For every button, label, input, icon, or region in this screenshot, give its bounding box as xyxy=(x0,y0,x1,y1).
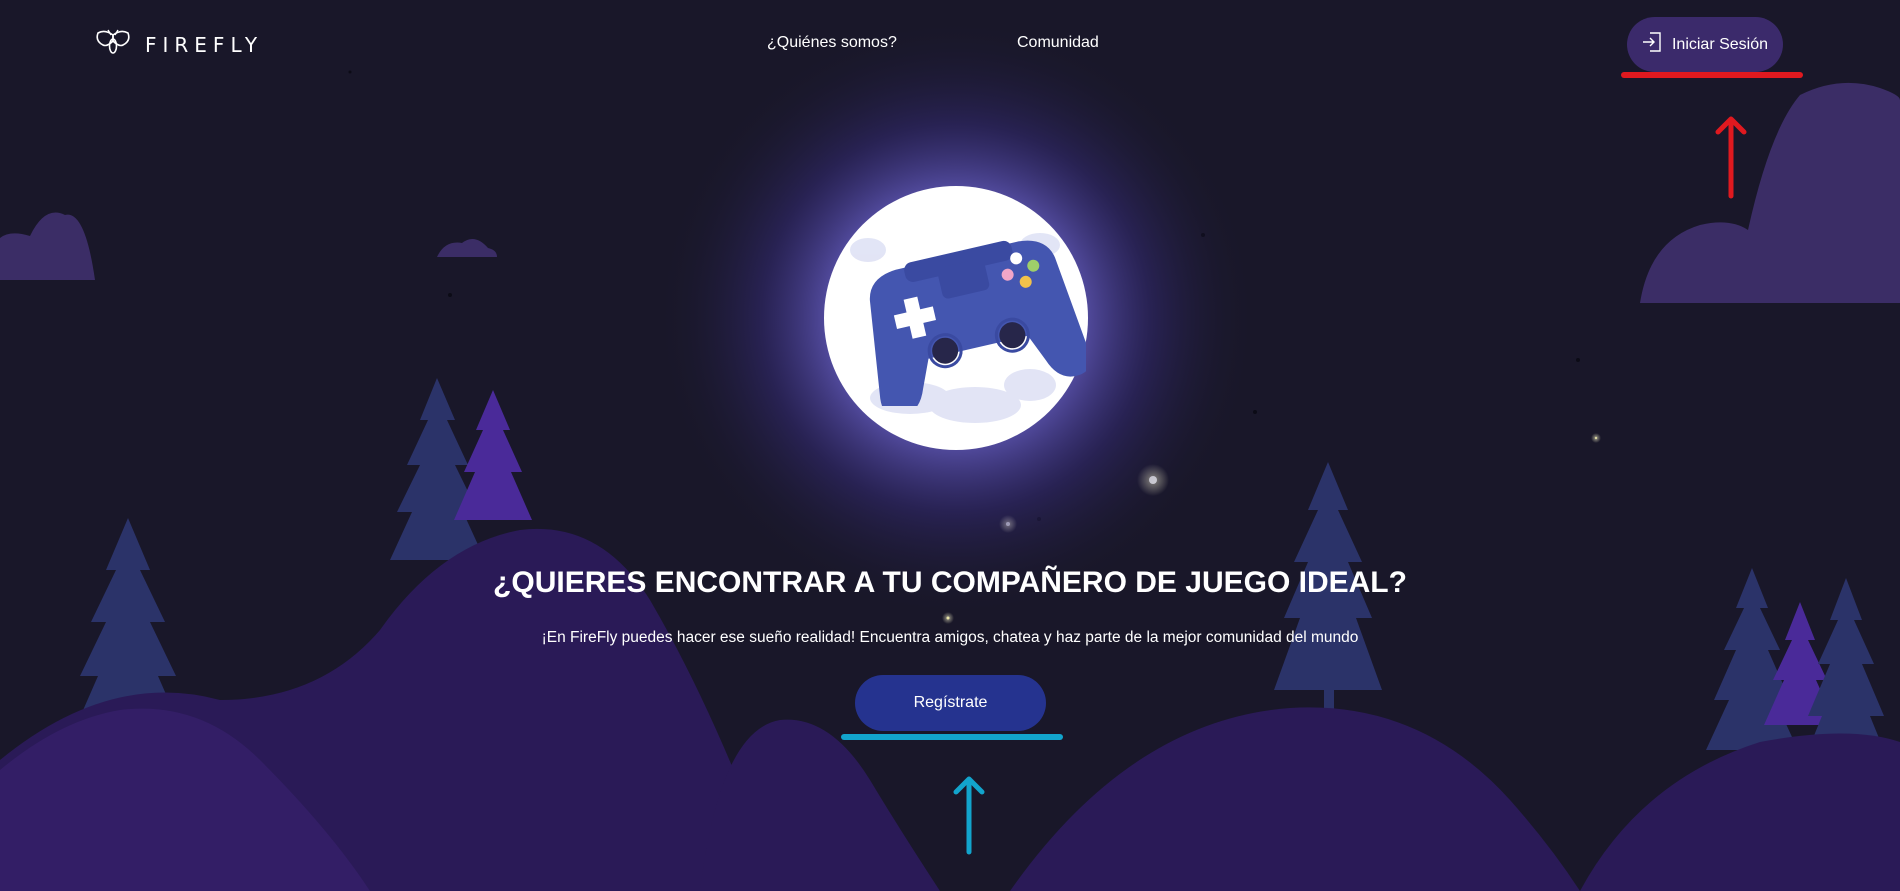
login-button[interactable]: Iniciar Sesión xyxy=(1627,17,1783,72)
brand-name: FIREFLY xyxy=(145,32,264,57)
login-icon xyxy=(1642,31,1662,58)
hero-title: ¿QUIERES ENCONTRAR A TU COMPAÑERO DE JUE… xyxy=(493,566,1407,599)
brand[interactable]: FIREFLY xyxy=(95,29,263,60)
hero-subtitle: ¡En FireFly puedes hacer ese sueño reali… xyxy=(541,629,1359,646)
nav-link-community[interactable]: Comunidad xyxy=(1017,34,1099,52)
background-scene xyxy=(0,18,1900,891)
register-button[interactable]: Regístrate xyxy=(855,675,1046,731)
firefly-logo-icon xyxy=(95,29,131,60)
nav-link-who-we-are[interactable]: ¿Quiénes somos? xyxy=(767,34,897,52)
login-label: Iniciar Sesión xyxy=(1671,35,1769,53)
